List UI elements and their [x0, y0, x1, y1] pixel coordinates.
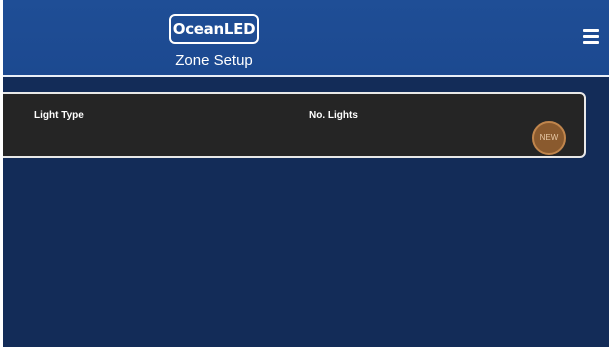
menu-line-middle — [583, 35, 599, 38]
app-screen: OceanLED Zone Setup Light Type No. Light… — [3, 0, 609, 347]
hamburger-menu-icon[interactable] — [583, 28, 599, 44]
new-zone-button[interactable]: NEW — [532, 121, 566, 155]
menu-line-top — [583, 29, 599, 32]
zone-list-panel: Light Type No. Lights NEW — [3, 92, 586, 158]
header-bar: OceanLED Zone Setup — [3, 0, 609, 77]
page-title: Zone Setup — [175, 52, 253, 69]
column-header-no-lights: No. Lights — [309, 110, 358, 121]
oceanled-logo: OceanLED — [169, 14, 259, 44]
menu-line-bottom — [583, 41, 599, 44]
column-header-light-type: Light Type — [34, 110, 84, 121]
